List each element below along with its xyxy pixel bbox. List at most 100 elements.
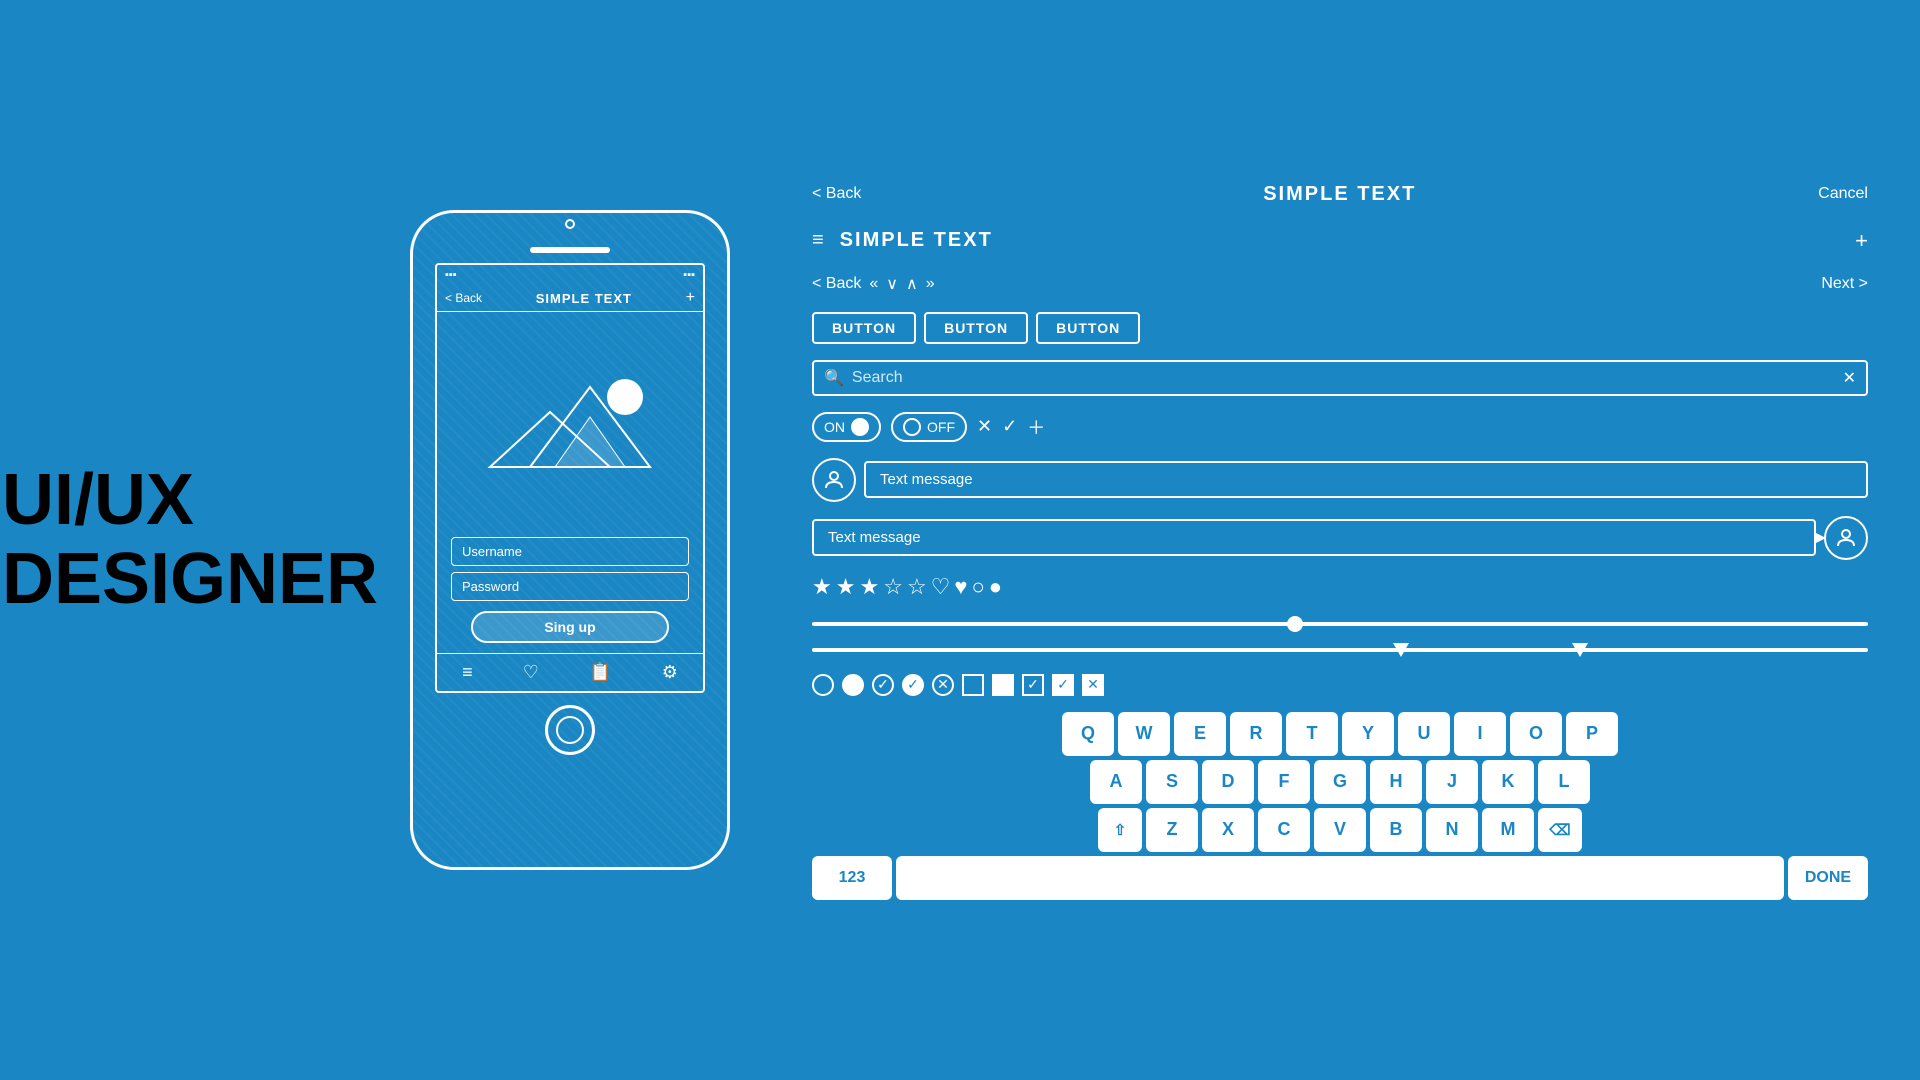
key-123[interactable]: 123 [812, 856, 892, 900]
nav-menu-icon[interactable]: ≡ [462, 662, 473, 683]
slider-2-thumb2[interactable] [1572, 643, 1588, 657]
heart-empty-1[interactable]: ♡ [931, 574, 951, 600]
phone-plus-button[interactable]: + [686, 289, 695, 307]
star-filled-2[interactable]: ★ [836, 574, 856, 600]
star-filled-3[interactable]: ★ [859, 574, 879, 600]
button-3[interactable]: BUTTON [1036, 312, 1140, 344]
phone-back-button[interactable]: < Back [445, 291, 482, 305]
key-shift[interactable]: ⇧ [1098, 808, 1142, 852]
star-empty-2[interactable]: ☆ [907, 574, 927, 600]
chat-avatar-right [1824, 516, 1868, 560]
key-o[interactable]: O [1510, 712, 1562, 756]
slider-2[interactable] [812, 648, 1868, 652]
check-icon[interactable]: ✓ [1002, 416, 1017, 437]
key-v[interactable]: V [1314, 808, 1366, 852]
key-e[interactable]: E [1174, 712, 1226, 756]
toggle-on[interactable]: ON [812, 412, 881, 442]
nav3-back-button[interactable]: < Back [812, 275, 861, 293]
key-n[interactable]: N [1426, 808, 1478, 852]
chat-bubble-1[interactable]: Text message [864, 461, 1868, 498]
sq-filled[interactable] [992, 674, 1014, 696]
signup-button[interactable]: Sing up [471, 611, 669, 643]
key-u[interactable]: U [1398, 712, 1450, 756]
mountain-illustration [470, 357, 670, 487]
key-space[interactable] [896, 856, 1784, 900]
key-p[interactable]: P [1566, 712, 1618, 756]
sq-check-filled[interactable]: ✓ [1052, 674, 1074, 696]
radio-filled[interactable] [842, 674, 864, 696]
phone-home-button[interactable] [545, 705, 595, 755]
ui-buttons-row: BUTTON BUTTON BUTTON [800, 308, 1880, 348]
key-s[interactable]: S [1146, 760, 1198, 804]
keyboard-row-4: 123 DONE [812, 856, 1868, 900]
key-m[interactable]: M [1482, 808, 1534, 852]
nav3-prev-prev[interactable]: « [869, 275, 878, 293]
key-x[interactable]: X [1202, 808, 1254, 852]
key-d[interactable]: D [1202, 760, 1254, 804]
nav3-up-button[interactable]: ∧ [906, 274, 918, 294]
search-icon: 🔍 [824, 368, 844, 388]
key-l[interactable]: L [1538, 760, 1590, 804]
star-empty-1[interactable]: ☆ [883, 574, 903, 600]
check-circle-filled[interactable]: ✓ [902, 674, 924, 696]
nav2-menu-icon[interactable]: ≡ [812, 229, 824, 252]
radio-empty[interactable] [812, 674, 834, 696]
nav1-back-button[interactable]: < Back [812, 185, 861, 203]
key-j[interactable]: J [1426, 760, 1478, 804]
chat-bubble-2[interactable]: Text message [812, 519, 1816, 556]
key-done[interactable]: DONE [1788, 856, 1868, 900]
ui-nav2: ≡ SIMPLE TEXT + [800, 222, 1880, 260]
key-f[interactable]: F [1258, 760, 1310, 804]
search-clear-button[interactable]: ✕ [1843, 368, 1856, 388]
signal-icon: ▪▪▪ [445, 269, 457, 281]
slider-2-thumb[interactable] [1393, 643, 1409, 657]
search-input[interactable] [852, 369, 1835, 387]
sq-x-filled[interactable]: ✕ [1082, 674, 1104, 696]
toggle-off[interactable]: OFF [891, 412, 967, 442]
nav3-next-next[interactable]: » [926, 275, 935, 293]
key-y[interactable]: Y [1342, 712, 1394, 756]
keyboard-row-2: A S D F G H J K L [812, 760, 1868, 804]
key-t[interactable]: T [1286, 712, 1338, 756]
nav3-next-button[interactable]: Next > [1821, 275, 1868, 293]
key-backspace[interactable]: ⌫ [1538, 808, 1582, 852]
button-1[interactable]: BUTTON [812, 312, 916, 344]
slider-1-thumb[interactable] [1287, 616, 1303, 632]
search-bar[interactable]: 🔍 ✕ [812, 360, 1868, 396]
chat-bubble-icon-2[interactable]: ● [989, 574, 1002, 600]
ui-sliders [800, 612, 1880, 662]
x-icon[interactable]: ✕ [977, 416, 992, 437]
key-z[interactable]: Z [1146, 808, 1198, 852]
x-circle[interactable]: ✕ [932, 674, 954, 696]
slider-1[interactable] [812, 622, 1868, 626]
sq-empty[interactable] [962, 674, 984, 696]
password-input[interactable]: Password [451, 572, 689, 601]
toggle-on-circle [851, 418, 869, 436]
key-c[interactable]: C [1258, 808, 1310, 852]
key-r[interactable]: R [1230, 712, 1282, 756]
key-w[interactable]: W [1118, 712, 1170, 756]
button-2[interactable]: BUTTON [924, 312, 1028, 344]
nav1-cancel-button[interactable]: Cancel [1818, 185, 1868, 203]
chat-bubble-icon-1[interactable]: ○ [971, 574, 984, 600]
check-circle-empty[interactable]: ✓ [872, 674, 894, 696]
key-k[interactable]: K [1482, 760, 1534, 804]
username-input[interactable]: Username [451, 537, 689, 566]
phone-nav-title: SIMPLE TEXT [536, 291, 632, 306]
nav-settings-icon[interactable]: ⚙ [662, 662, 678, 683]
nav2-plus-button[interactable]: + [1855, 228, 1868, 254]
sq-check-empty[interactable]: ✓ [1022, 674, 1044, 696]
key-g[interactable]: G [1314, 760, 1366, 804]
key-q[interactable]: Q [1062, 712, 1114, 756]
key-b[interactable]: B [1370, 808, 1422, 852]
key-i[interactable]: I [1454, 712, 1506, 756]
key-h[interactable]: H [1370, 760, 1422, 804]
plus-icon[interactable]: ＋ [1027, 414, 1045, 440]
star-filled-1[interactable]: ★ [812, 574, 832, 600]
key-a[interactable]: A [1090, 760, 1142, 804]
nav3-down-button[interactable]: ∨ [886, 274, 898, 294]
heart-filled-1[interactable]: ♥ [954, 574, 967, 600]
ui-stars-row: ★ ★ ★ ☆ ☆ ♡ ♥ ○ ● [800, 572, 1880, 602]
nav-heart-icon[interactable]: ♡ [523, 662, 539, 683]
nav-note-icon[interactable]: 📋 [589, 662, 611, 683]
